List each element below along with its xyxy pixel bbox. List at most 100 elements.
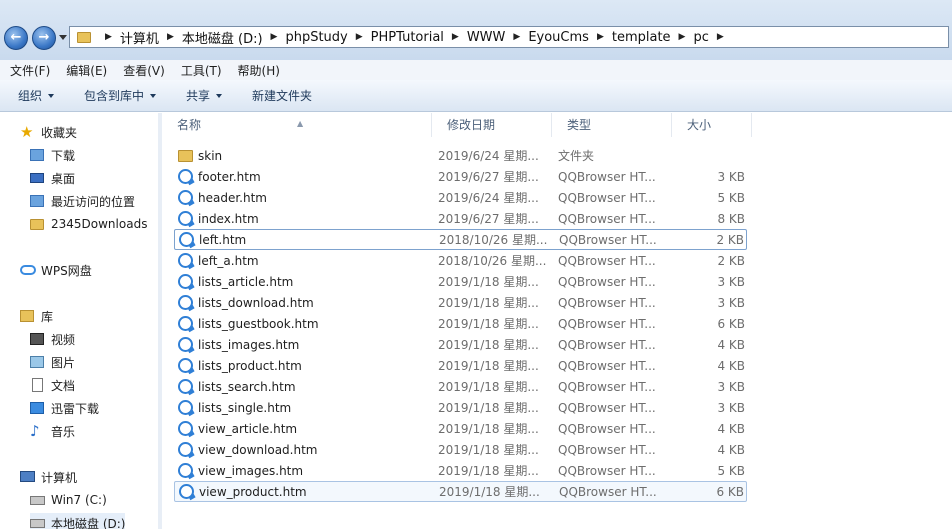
qqbrowser-file-icon — [178, 358, 193, 373]
nav-computer[interactable]: 计算机 — [20, 467, 77, 487]
qqbrowser-file-icon — [178, 169, 193, 184]
menu-view[interactable]: 查看(V) — [113, 62, 171, 79]
qqbrowser-file-icon — [178, 337, 193, 352]
file-date: 2019/1/18 星期... — [438, 464, 539, 478]
file-row[interactable]: view_article.htm 2019/1/18 星期... QQBrowser… — [174, 418, 747, 439]
chevron-right-icon[interactable]: ▶ — [717, 32, 724, 42]
file-row[interactable]: lists_download.htm 2019/1/18 星期... QQBrows… — [174, 292, 747, 313]
chevron-right-icon[interactable]: ▶ — [167, 32, 174, 42]
nav-library[interactable]: 库 — [20, 306, 53, 326]
file-size: 4 KB — [717, 358, 745, 373]
file-row[interactable]: lists_single.htm 2019/1/18 星期... QQBrowser… — [174, 397, 747, 418]
file-row[interactable]: lists_article.htm 2019/1/18 星期... QQBrowse… — [174, 271, 747, 292]
qqbrowser-file-icon — [178, 442, 193, 457]
breadcrumb-computer[interactable]: 计算机 — [120, 28, 159, 47]
file-name: lists_guestbook.htm — [198, 316, 319, 331]
file-row[interactable]: view_images.htm 2019/1/18 星期... QQBrowser … — [174, 460, 747, 481]
chevron-right-icon[interactable]: ▶ — [271, 32, 278, 42]
nav-pictures[interactable]: 图片 — [30, 352, 75, 372]
breadcrumb-drive-d[interactable]: 本地磁盘 (D:) — [182, 28, 263, 47]
chevron-right-icon[interactable]: ▶ — [679, 32, 686, 42]
organize-button[interactable]: 组织 — [18, 87, 55, 104]
file-row[interactable]: footer.htm 2019/6/27 星期... QQBrowser HT...… — [174, 166, 747, 187]
chevron-right-icon[interactable]: ▶ — [356, 32, 363, 42]
recent-pages-dropdown[interactable] — [59, 35, 67, 40]
menu-tools[interactable]: 工具(T) — [171, 62, 228, 79]
file-size: 6 KB — [717, 316, 745, 331]
nav-2345downloads[interactable]: 2345Downloads — [30, 214, 147, 234]
file-size: 3 KB — [717, 379, 745, 394]
nav-recent[interactable]: 最近访问的位置 — [30, 191, 135, 211]
chevron-right-icon[interactable]: ▶ — [452, 32, 459, 42]
file-size: 2 KB — [717, 253, 745, 268]
file-row[interactable]: skin 2019/6/24 星期... 文件夹 — [174, 145, 747, 166]
breadcrumb-phptutorial[interactable]: PHPTutorial — [371, 30, 444, 45]
file-type: QQBrowser HT... — [558, 337, 656, 352]
file-name: view_article.htm — [198, 421, 298, 436]
breadcrumb-eyoucms[interactable]: EyouCms — [528, 30, 589, 45]
qqbrowser-file-icon — [178, 211, 193, 226]
file-size: 4 KB — [717, 442, 745, 457]
menu-help[interactable]: 帮助(H) — [228, 62, 286, 79]
nav-downloads[interactable]: 下载 — [30, 145, 75, 165]
file-row[interactable]: view_download.htm 2019/1/18 星期... QQBrowse… — [174, 439, 747, 460]
organize-label: 组织 — [18, 89, 43, 103]
file-date: 2019/1/18 星期... — [438, 275, 539, 289]
address-area: ← → ▶ 计算机 ▶ 本地磁盘 (D:) ▶ phpStudy ▶ PHPTu… — [0, 0, 952, 60]
file-size: 3 KB — [717, 274, 745, 289]
share-button[interactable]: 共享 — [186, 87, 223, 104]
file-name: lists_product.htm — [198, 358, 302, 373]
breadcrumb-phpstudy[interactable]: phpStudy — [285, 30, 347, 45]
breadcrumb-template[interactable]: template — [612, 30, 671, 45]
breadcrumb-www[interactable]: WWW — [467, 30, 506, 45]
file-row[interactable]: lists_images.htm 2019/1/18 星期... QQBrowser… — [174, 334, 747, 355]
file-size: 8 KB — [717, 211, 745, 226]
file-type: QQBrowser HT... — [558, 169, 656, 184]
nav-documents[interactable]: 文档 — [30, 375, 75, 395]
nav-drive-d[interactable]: 本地磁盘 (D:) — [30, 513, 126, 529]
sort-ascending-icon: ▲ — [297, 119, 304, 128]
file-date: 2019/1/18 星期... — [438, 359, 539, 373]
forward-button[interactable]: → — [32, 26, 56, 50]
column-header-date[interactable]: 修改日期 — [432, 113, 552, 137]
file-row[interactable]: left_a.htm 2018/10/26 星期... QQBrowser HT..… — [174, 250, 747, 271]
nav-favorites[interactable]: ★ 收藏夹 — [20, 122, 77, 142]
navigation-pane: ★ 收藏夹 下载 桌面 最近访问的位置 2345Downloads WPS网盘 … — [0, 113, 158, 529]
file-name: view_download.htm — [198, 442, 318, 457]
file-row[interactable]: lists_guestbook.htm 2019/1/18 星期... QQBrow… — [174, 313, 747, 334]
new-folder-button[interactable]: 新建文件夹 — [252, 87, 312, 104]
chevron-right-icon[interactable]: ▶ — [597, 32, 604, 42]
column-header-type[interactable]: 类型 — [552, 113, 672, 137]
column-header-name-label: 名称 — [177, 118, 202, 132]
include-library-button[interactable]: 包含到库中 — [84, 87, 157, 104]
file-row[interactable]: index.htm 2019/6/27 星期... QQBrowser HT... 8… — [174, 208, 747, 229]
file-row[interactable]: left.htm 2018/10/26 星期... QQBrowser HT... 2… — [174, 229, 747, 250]
file-size: 4 KB — [717, 337, 745, 352]
column-header-size[interactable]: 大小 — [672, 113, 752, 137]
nav-thunder-label: 迅雷下载 — [51, 401, 100, 416]
nav-drive-c[interactable]: Win7 (C:) — [30, 490, 107, 510]
nav-music[interactable]: ♪ 音乐 — [30, 421, 75, 441]
chevron-right-icon[interactable]: ▶ — [105, 32, 112, 42]
address-bar[interactable]: ▶ 计算机 ▶ 本地磁盘 (D:) ▶ phpStudy ▶ PHPTutori… — [69, 26, 949, 48]
chevron-right-icon[interactable]: ▶ — [513, 32, 520, 42]
back-button[interactable]: ← — [4, 26, 28, 50]
breadcrumb-pc[interactable]: pc — [693, 30, 708, 45]
file-name: lists_images.htm — [198, 337, 300, 352]
file-row[interactable]: lists_search.htm 2019/1/18 星期... QQBrowser… — [174, 376, 747, 397]
file-type: QQBrowser HT... — [558, 421, 656, 436]
file-type: QQBrowser HT... — [558, 316, 656, 331]
file-row[interactable]: view_product.htm 2019/1/18 星期... QQBrowser… — [174, 481, 747, 502]
file-row[interactable]: header.htm 2019/6/24 星期... QQBrowser HT...… — [174, 187, 747, 208]
nav-wps[interactable]: WPS网盘 — [20, 260, 92, 280]
menu-file[interactable]: 文件(F) — [0, 62, 56, 79]
file-date: 2019/1/18 星期... — [438, 317, 539, 331]
file-row[interactable]: lists_product.htm 2019/1/18 星期... QQBrowse… — [174, 355, 747, 376]
nav-downloads-label: 下载 — [51, 148, 76, 163]
nav-thunder[interactable]: 迅雷下载 — [30, 398, 99, 418]
nav-video[interactable]: 视频 — [30, 329, 75, 349]
menu-edit[interactable]: 编辑(E) — [56, 62, 113, 79]
nav-desktop[interactable]: 桌面 — [30, 168, 75, 188]
file-name: lists_search.htm — [198, 379, 296, 394]
column-header-name[interactable]: 名称 ▲ — [162, 113, 432, 137]
